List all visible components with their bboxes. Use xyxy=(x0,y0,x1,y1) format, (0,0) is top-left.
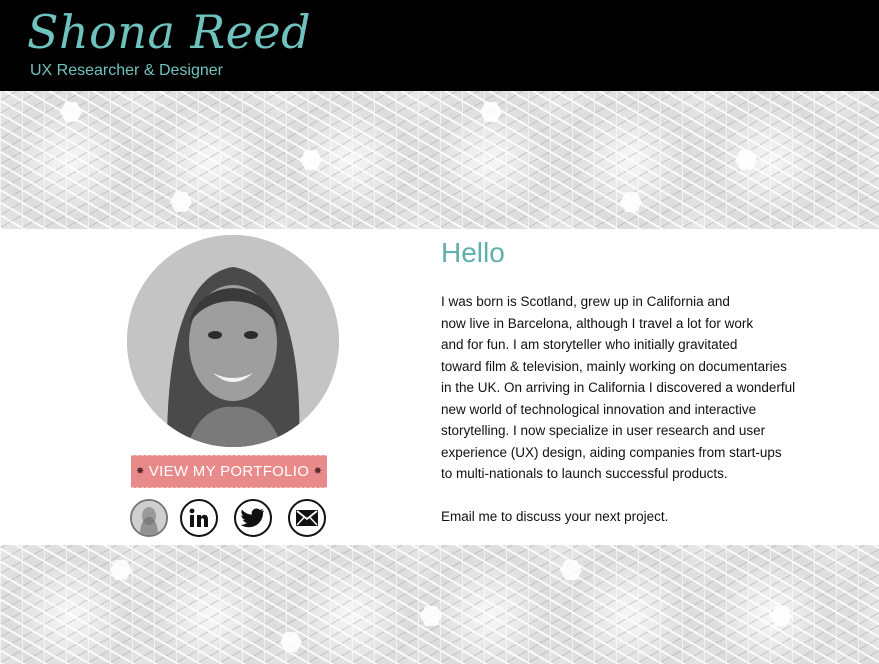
decorative-pattern-top xyxy=(0,91,879,229)
site-title[interactable]: Shona Reed xyxy=(27,4,311,60)
bio-line: experience (UX) design, aiding companies… xyxy=(441,444,782,460)
email-cta-text: Email me to discuss your next project. xyxy=(441,509,669,524)
view-portfolio-button[interactable]: ✸ VIEW MY PORTFOLIO ✸ xyxy=(131,455,327,488)
bio-line: and for fun. I am storyteller who initia… xyxy=(441,337,738,352)
site-tagline: UX Researcher & Designer xyxy=(30,62,223,79)
avatar xyxy=(127,235,339,447)
email-icon[interactable] xyxy=(288,499,326,537)
profile-photo-icon[interactable] xyxy=(130,499,168,537)
bio-line: storytelling. I now specialize in user r… xyxy=(441,423,766,438)
star-icon: ✸ xyxy=(136,466,145,477)
site-header: Shona Reed UX Researcher & Designer xyxy=(0,0,879,91)
portrait-image xyxy=(127,235,339,447)
bio-line: to multi-nationals to launch successful … xyxy=(441,466,728,481)
decorative-pattern-bottom xyxy=(0,545,879,664)
star-icon: ✸ xyxy=(313,466,322,477)
bio-paragraph: I was born is Scotland, grew up in Calif… xyxy=(441,291,836,485)
bio-line: I was born is Scotland, grew up in Calif… xyxy=(441,294,730,309)
bio-line: new world of technological innovation an… xyxy=(441,401,757,417)
portfolio-button-label: VIEW MY PORTFOLIO xyxy=(148,463,310,480)
hello-heading: Hello xyxy=(441,237,505,268)
bio-line: in the UK. On arriving in California I d… xyxy=(441,380,796,395)
twitter-icon[interactable] xyxy=(234,499,272,537)
bio-line: toward film & television, mainly working… xyxy=(441,358,787,374)
bio-line: now live in Barcelona, although I travel… xyxy=(441,315,754,331)
linkedin-icon[interactable] xyxy=(180,499,218,537)
